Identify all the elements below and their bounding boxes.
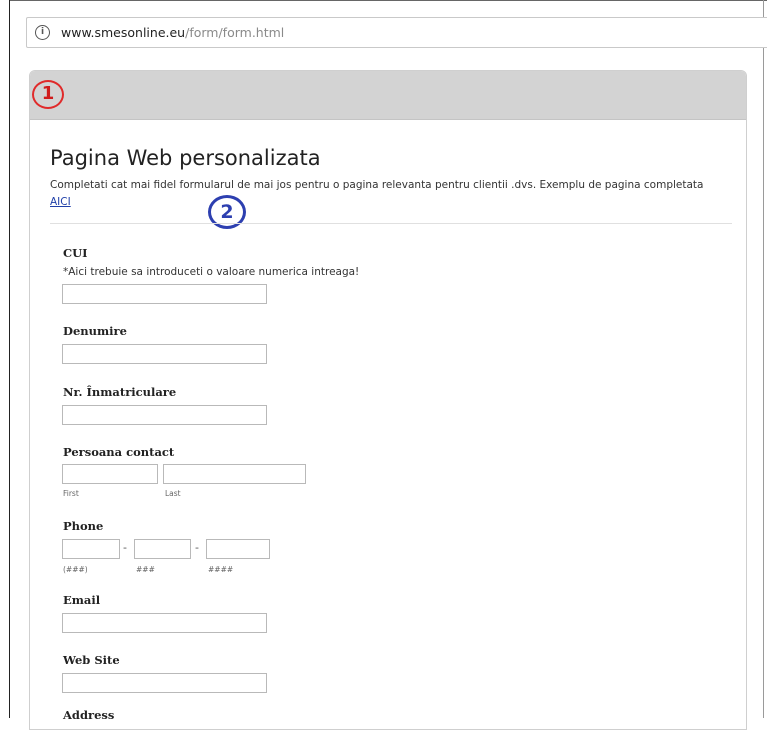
screenshot-frame-left	[9, 0, 10, 718]
phone-prefix-input[interactable]	[134, 539, 191, 559]
first-name-caption: First	[63, 489, 79, 498]
phone-separator-1: -	[123, 541, 127, 554]
nr-inmatriculare-input[interactable]	[62, 405, 267, 425]
cui-note: *Aici trebuie sa introduceti o valoare n…	[63, 266, 360, 278]
annotation-marker-1: 1	[32, 80, 64, 109]
phone-line-input[interactable]	[206, 539, 270, 559]
intro-text: Completati cat mai fidel formularul de m…	[50, 179, 704, 191]
phone-area-code-input[interactable]	[62, 539, 120, 559]
form-intro: Completati cat mai fidel formularul de m…	[50, 177, 710, 211]
url-path: /form/form.html	[185, 25, 285, 40]
email-label: Email	[63, 593, 101, 607]
phone-label: Phone	[63, 519, 104, 533]
url-domain: www.smesonline.eu	[61, 25, 186, 40]
url-text[interactable]: www.smesonline.eu/form/form.html	[61, 25, 284, 40]
denumire-label: Denumire	[63, 324, 127, 338]
example-link[interactable]: AICI	[50, 196, 71, 208]
nr-inmatriculare-label: Nr. Înmatriculare	[63, 385, 177, 399]
contact-last-name-input[interactable]	[163, 464, 306, 484]
address-label: Address	[63, 708, 115, 722]
screenshot-frame-top	[9, 0, 767, 1]
persoana-contact-label: Persoana contact	[63, 445, 175, 459]
phone-separator-2: -	[195, 541, 199, 554]
info-icon[interactable]: i	[35, 25, 50, 40]
screenshot-frame-right	[763, 0, 764, 718]
address-bar[interactable]: i www.smesonline.eu/form/form.html	[26, 17, 767, 48]
denumire-input[interactable]	[62, 344, 267, 364]
web-site-input[interactable]	[62, 673, 267, 693]
contact-first-name-input[interactable]	[62, 464, 158, 484]
form-header-bar	[30, 71, 746, 120]
cui-input[interactable]	[62, 284, 267, 304]
phone-area-caption: (###)	[63, 565, 88, 574]
web-site-label: Web Site	[63, 653, 120, 667]
last-name-caption: Last	[165, 489, 181, 498]
email-input[interactable]	[62, 613, 267, 633]
phone-line-caption: ####	[208, 565, 234, 574]
divider	[50, 223, 732, 224]
cui-label: CUI	[63, 246, 88, 260]
page-title: Pagina Web personalizata	[50, 146, 321, 170]
phone-prefix-caption: ###	[136, 565, 155, 574]
